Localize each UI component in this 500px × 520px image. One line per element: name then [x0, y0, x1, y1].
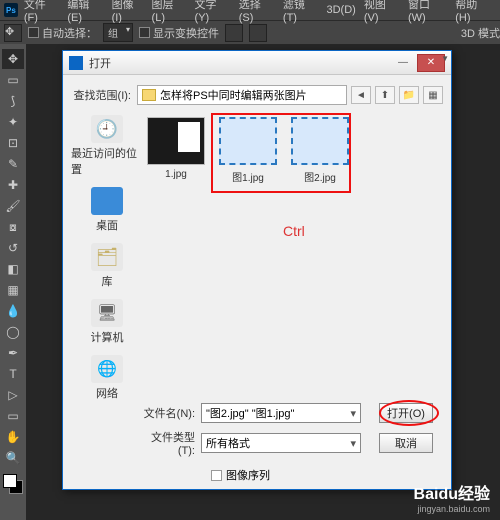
file-thumb-selected[interactable]: 图1.jpg [217, 117, 279, 184]
open-dialog: 打开 — ✕ 查找范围(I): 怎样将PS中同时编辑两张图片 ▼ ◄ ⬆ 📁 ▦… [62, 50, 452, 490]
image-sequence-checkbox[interactable]: 图像序列 [211, 467, 443, 483]
auto-select-target[interactable]: 组 [103, 23, 133, 42]
open-button[interactable]: 打开(O) [379, 403, 433, 423]
up-button[interactable]: ⬆ [375, 86, 395, 104]
file-list-area: 1.jpg 图1.jpg 图2.jpg Ctrl [143, 113, 443, 403]
dialog-title: 打开 [89, 55, 389, 71]
align-icon-2[interactable] [249, 24, 267, 42]
back-button[interactable]: ◄ [351, 86, 371, 104]
move-tool-icon[interactable]: ✥ [4, 24, 22, 42]
eraser-tool[interactable]: ◧ [2, 259, 24, 279]
thumb-preview [147, 117, 205, 165]
watermark: Baidu经验 jingyan.baidu.com [414, 480, 490, 514]
path-tool[interactable]: ▷ [2, 385, 24, 405]
filetype-label: 文件类型(T): [141, 429, 201, 457]
move-tool[interactable]: ✥ [2, 49, 24, 69]
place-recent[interactable]: 🕘最近访问的位置 [71, 115, 143, 177]
shape-tool[interactable]: ▭ [2, 406, 24, 426]
place-library[interactable]: 🗂库 [91, 243, 123, 289]
lookin-label: 查找范围(I): [71, 87, 137, 103]
dodge-tool[interactable]: ◯ [2, 322, 24, 342]
history-brush-tool[interactable]: ↺ [2, 238, 24, 258]
menu-image[interactable]: 图像(I) [112, 0, 144, 24]
gradient-tool[interactable]: ▦ [2, 280, 24, 300]
place-desktop[interactable]: 桌面 [91, 187, 123, 233]
menu-filter[interactable]: 滤镜(T) [283, 0, 319, 24]
mode-3d-label: 3D 模式 [461, 25, 500, 41]
place-computer[interactable]: 🖥计算机 [91, 299, 124, 345]
ps-logo-icon: Ps [4, 3, 18, 17]
menu-select[interactable]: 选择(S) [239, 0, 275, 24]
menu-type[interactable]: 文字(Y) [195, 0, 231, 24]
filename-label: 文件名(N): [141, 405, 201, 421]
menu-view[interactable]: 视图(V) [364, 0, 400, 24]
show-transform-checkbox[interactable]: 显示变换控件 [139, 25, 219, 41]
stamp-tool[interactable]: ⧇ [2, 217, 24, 237]
menu-layer[interactable]: 图层(L) [152, 0, 187, 24]
menu-3d[interactable]: 3D(D) [326, 4, 355, 16]
places-bar: 🕘最近访问的位置 桌面 🗂库 🖥计算机 🌐网络 [71, 113, 143, 403]
menu-file[interactable]: 文件(F) [24, 0, 60, 24]
pen-tool[interactable]: ✒ [2, 343, 24, 363]
thumb-preview [219, 117, 277, 165]
lasso-tool[interactable]: ⟆ [2, 91, 24, 111]
lookin-combo[interactable]: 怎样将PS中同时编辑两张图片 ▼ [137, 85, 347, 105]
file-thumb-selected[interactable]: 图2.jpg [289, 117, 351, 184]
menu-help[interactable]: 帮助(H) [455, 0, 492, 24]
tool-column: ✥ ▭ ⟆ ✦ ⊡ ✎ ✚ 🖌 ⧇ ↺ ◧ ▦ 💧 ◯ ✒ T ▷ ▭ ✋ 🔍 [0, 44, 26, 500]
auto-select-checkbox[interactable]: 自动选择： [28, 25, 97, 41]
filetype-combo[interactable]: 所有格式 [201, 433, 361, 453]
align-icon[interactable] [225, 24, 243, 42]
minimize-button[interactable]: — [389, 54, 417, 72]
annotation-ctrl-text: Ctrl [283, 223, 305, 239]
menu-edit[interactable]: 编辑(E) [67, 0, 103, 24]
hand-tool[interactable]: ✋ [2, 427, 24, 447]
folder-icon [142, 89, 156, 101]
dialog-icon [69, 56, 83, 70]
newfolder-button[interactable]: 📁 [399, 86, 419, 104]
crop-tool[interactable]: ⊡ [2, 133, 24, 153]
brush-tool[interactable]: 🖌 [2, 196, 24, 216]
blur-tool[interactable]: 💧 [2, 301, 24, 321]
wand-tool[interactable]: ✦ [2, 112, 24, 132]
filename-combo[interactable]: "图2.jpg" "图1.jpg" [201, 403, 361, 423]
cancel-button[interactable]: 取消 [379, 433, 433, 453]
app-menubar: Ps 文件(F) 编辑(E) 图像(I) 图层(L) 文字(Y) 选择(S) 滤… [0, 0, 500, 20]
place-network[interactable]: 🌐网络 [91, 355, 123, 401]
type-tool[interactable]: T [2, 364, 24, 384]
dialog-titlebar: 打开 — ✕ [63, 51, 451, 75]
file-thumb[interactable]: 1.jpg [145, 117, 207, 184]
eyedropper-tool[interactable]: ✎ [2, 154, 24, 174]
zoom-tool[interactable]: 🔍 [2, 448, 24, 468]
views-button[interactable]: ▦ [423, 86, 443, 104]
menu-window[interactable]: 窗口(W) [408, 0, 447, 24]
heal-tool[interactable]: ✚ [2, 175, 24, 195]
marquee-tool[interactable]: ▭ [2, 70, 24, 90]
thumb-preview [291, 117, 349, 165]
color-swatch[interactable] [3, 474, 23, 494]
